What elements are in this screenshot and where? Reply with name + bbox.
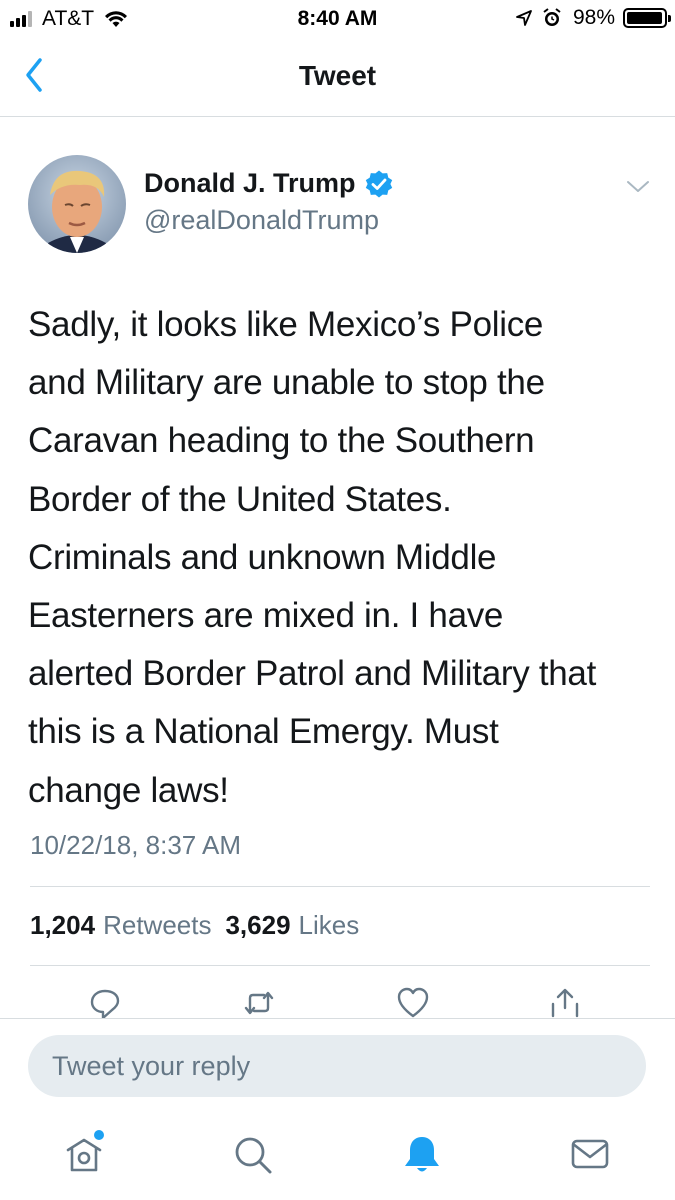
- retweet-label[interactable]: Retweets: [103, 910, 211, 941]
- location-arrow-icon: [516, 10, 532, 26]
- author-name[interactable]: Donald J. Trump: [144, 168, 394, 199]
- alarm-icon: [543, 8, 561, 26]
- page-title: Tweet: [298, 60, 377, 91]
- like-label[interactable]: Likes: [299, 910, 360, 941]
- battery-percent: 98%: [572, 6, 615, 29]
- tweet-detail-screen: AT&T 8:40 AM 98% Tweet Donald J. Trump @…: [0, 0, 675, 1200]
- author-avatar[interactable]: [28, 155, 126, 253]
- battery-level-fill: [627, 12, 662, 24]
- chevron-down-icon[interactable]: [625, 178, 651, 196]
- messages-icon[interactable]: [568, 1132, 612, 1176]
- tweet-stats: 1,204 Retweets 3,629 Likes: [30, 910, 373, 941]
- tweet-actions: [0, 984, 675, 1018]
- share-icon[interactable]: [548, 986, 582, 1018]
- home-new-dot: [94, 1130, 104, 1140]
- nav-header: Tweet: [0, 38, 675, 117]
- retweet-count[interactable]: 1,204: [30, 910, 95, 941]
- retweet-icon[interactable]: [242, 986, 276, 1018]
- notifications-icon[interactable]: [400, 1132, 444, 1176]
- tweet-text: Sadly, it looks like Mexico’s Police and…: [28, 305, 597, 810]
- tab-bar: [0, 1112, 675, 1200]
- reply-input[interactable]: Tweet your reply: [28, 1035, 646, 1097]
- reply-composer: Tweet your reply: [0, 1018, 675, 1109]
- divider: [30, 886, 650, 887]
- like-count[interactable]: 3,629: [225, 910, 290, 941]
- divider: [30, 965, 650, 966]
- status-bar: AT&T 8:40 AM 98%: [0, 0, 675, 38]
- search-icon[interactable]: [230, 1132, 274, 1176]
- author-handle[interactable]: @realDonaldTrump: [144, 205, 379, 236]
- reply-icon[interactable]: [88, 986, 122, 1018]
- author-name-text: Donald J. Trump: [144, 168, 356, 198]
- heart-icon[interactable]: [396, 986, 430, 1018]
- battery-icon: [623, 8, 671, 28]
- tweet-timestamp: 10/22/18, 8:37 AM: [30, 830, 242, 860]
- verified-badge-icon: [365, 170, 392, 197]
